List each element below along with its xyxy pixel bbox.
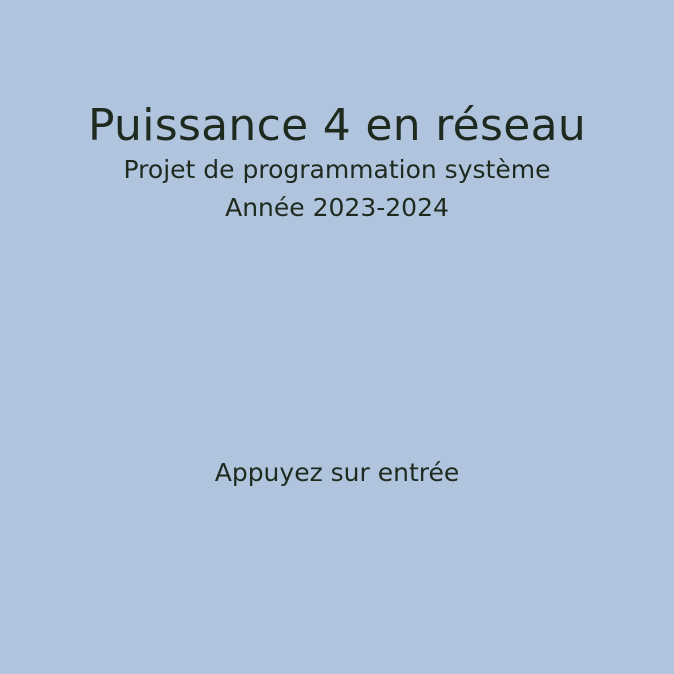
title-block: Puissance 4 en réseau Projet de programm… <box>0 98 674 226</box>
game-title: Puissance 4 en réseau <box>87 100 587 151</box>
title-screen[interactable]: Puissance 4 en réseau Projet de programm… <box>0 0 674 674</box>
academic-year: Année 2023-2024 <box>225 193 449 222</box>
project-subtitle: Projet de programmation système <box>123 155 551 184</box>
press-enter-prompt: Appuyez sur entrée <box>214 458 460 487</box>
